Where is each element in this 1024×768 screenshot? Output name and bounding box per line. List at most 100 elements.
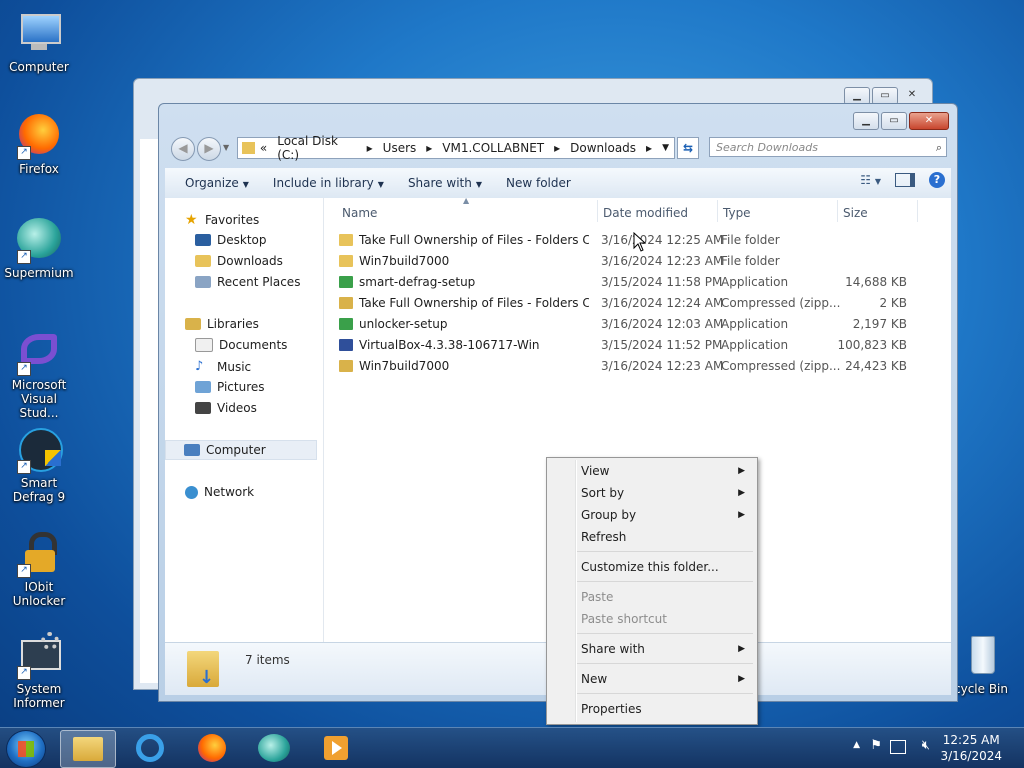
breadcrumb-arrow-icon[interactable]: ▸ bbox=[421, 141, 437, 155]
clock[interactable]: 12:25 AM 3/16/2024 bbox=[940, 732, 1002, 764]
menu-item-group-by[interactable]: Group by ▶ bbox=[581, 506, 751, 524]
nav-downloads[interactable]: Downloads bbox=[195, 254, 283, 268]
search-icon[interactable]: ⌕ bbox=[936, 138, 942, 158]
file-name-cell: Take Full Ownership of Files - Folders C… bbox=[339, 296, 589, 310]
breadcrumb-downloads[interactable]: Downloads bbox=[565, 141, 641, 155]
nav-network[interactable]: Network bbox=[185, 485, 254, 499]
column-divider[interactable] bbox=[597, 200, 598, 222]
nav-desktop[interactable]: Desktop bbox=[195, 233, 267, 247]
system-informer-icon: ↗ bbox=[15, 632, 63, 680]
window-controls: ▁ ▭ ✕ bbox=[853, 112, 949, 130]
table-row[interactable]: VirtualBox-4.3.38-106717-Win 3/15/2024 11… bbox=[339, 335, 919, 355]
taskbar-media-player[interactable] bbox=[310, 730, 364, 766]
taskbar-explorer[interactable] bbox=[60, 730, 116, 768]
column-divider[interactable] bbox=[837, 200, 838, 222]
action-center-flag-icon[interactable]: ⚑ bbox=[870, 738, 882, 753]
table-row[interactable]: Take Full Ownership of Files - Folders C… bbox=[339, 293, 919, 313]
network-tray-icon[interactable] bbox=[890, 740, 906, 754]
menu-item-paste[interactable]: Paste bbox=[581, 588, 751, 606]
menu-item-properties[interactable]: Properties bbox=[581, 700, 751, 718]
pictures-icon bbox=[195, 381, 211, 393]
desktop-icon-iobit-unlocker[interactable]: ↗ IObit Unlocker bbox=[0, 530, 78, 608]
menu-item-sort-by[interactable]: Sort by ▶ bbox=[581, 484, 751, 502]
desktop-icon-visual-studio[interactable]: ↗ Microsoft Visual Stud... bbox=[0, 328, 78, 420]
breadcrumb-arrow-icon[interactable]: ▸ bbox=[362, 141, 378, 155]
minimize-button[interactable]: ▁ bbox=[853, 112, 879, 130]
organize-button[interactable]: Organize ▼ bbox=[165, 176, 261, 190]
forward-button[interactable]: ▶ bbox=[197, 137, 221, 161]
taskbar-internet-explorer[interactable] bbox=[124, 730, 178, 766]
menu-item-paste-shortcut[interactable]: Paste shortcut bbox=[581, 610, 751, 628]
menu-item-customize[interactable]: Customize this folder... bbox=[581, 558, 751, 576]
taskbar-firefox[interactable] bbox=[186, 730, 240, 766]
submenu-arrow-icon: ▶ bbox=[738, 674, 745, 684]
column-header-name[interactable]: Name bbox=[342, 206, 377, 220]
table-row[interactable]: Take Full Ownership of Files - Folders C… bbox=[339, 230, 919, 250]
table-row[interactable]: smart-defrag-setup 3/15/2024 11:58 PM Appl… bbox=[339, 272, 919, 292]
new-folder-button[interactable]: New folder bbox=[494, 176, 583, 190]
preview-pane-icon[interactable] bbox=[895, 173, 915, 187]
menu-item-view[interactable]: View ▶ bbox=[581, 462, 751, 480]
desktop-icon-label: System Informer bbox=[13, 682, 65, 710]
breadcrumb-users[interactable]: Users bbox=[378, 141, 422, 155]
desktop-icon bbox=[195, 234, 211, 246]
start-button[interactable] bbox=[6, 730, 46, 768]
taskbar-supermium[interactable] bbox=[248, 730, 302, 766]
firefox-icon bbox=[198, 734, 226, 762]
column-header-date[interactable]: Date modified bbox=[603, 206, 688, 220]
folder-large-icon: ↓ bbox=[187, 651, 219, 688]
volume-muted-icon[interactable]: 🔇︎ bbox=[922, 738, 930, 753]
desktop-icon-firefox[interactable]: ↗ Firefox bbox=[0, 112, 78, 176]
menu-item-share-with[interactable]: Share with ▶ bbox=[581, 640, 751, 658]
desktop-icon-supermium[interactable]: ↗ Supermium bbox=[0, 216, 78, 280]
close-button[interactable]: ✕ bbox=[909, 112, 949, 130]
nav-computer[interactable]: Computer bbox=[165, 440, 317, 460]
breadcrumb-user[interactable]: VM1.COLLABNET bbox=[437, 141, 549, 155]
help-icon[interactable]: ? bbox=[929, 172, 945, 188]
nav-favorites[interactable]: ★ Favorites bbox=[185, 212, 259, 228]
column-divider[interactable] bbox=[717, 200, 718, 222]
address-bar[interactable]: « Local Disk (C:) ▸ Users ▸ VM1.COLLABNET ▸… bbox=[237, 134, 675, 162]
installer-icon bbox=[339, 276, 353, 288]
menu-separator bbox=[577, 663, 753, 664]
close-icon[interactable]: ✕ bbox=[900, 87, 924, 103]
desktop-icon-label: Firefox bbox=[19, 162, 59, 176]
search-input[interactable]: Search Downloads ⌕ bbox=[709, 137, 947, 157]
music-icon: ♪ bbox=[195, 359, 204, 374]
breadcrumb-arrow-icon[interactable]: ▸ bbox=[549, 141, 565, 155]
desktop-icon-computer[interactable]: Computer bbox=[0, 10, 78, 74]
file-date: 3/15/2024 11:52 PM bbox=[601, 338, 723, 352]
breadcrumb-arrow-icon[interactable]: ▸ bbox=[641, 141, 657, 155]
recent-pages-icon[interactable]: ▼ bbox=[223, 143, 229, 152]
table-row[interactable]: Win7build7000 3/16/2024 12:23 AM Compresse… bbox=[339, 356, 919, 376]
nav-libraries[interactable]: Libraries bbox=[185, 317, 259, 331]
desktop-icon-smart-defrag[interactable]: ↗ Smart Defrag 9 bbox=[0, 426, 78, 504]
supermium-icon bbox=[258, 734, 290, 762]
shortcut-arrow-icon: ↗ bbox=[17, 250, 31, 264]
address-dropdown-icon[interactable]: ▼ bbox=[657, 143, 674, 153]
menu-item-new[interactable]: New ▶ bbox=[581, 670, 751, 688]
nav-recent-places[interactable]: Recent Places bbox=[195, 275, 300, 289]
show-hidden-icons-icon[interactable]: ▲ bbox=[853, 740, 860, 750]
file-size: 24,423 KB bbox=[845, 359, 907, 373]
nav-pictures[interactable]: Pictures bbox=[195, 380, 265, 394]
column-header-size[interactable]: Size bbox=[843, 206, 868, 220]
back-button[interactable]: ◀ bbox=[171, 137, 195, 161]
menu-item-refresh[interactable]: Refresh bbox=[581, 528, 751, 546]
nav-music[interactable]: ♪ Music bbox=[195, 359, 251, 374]
breadcrumb-local-disk[interactable]: Local Disk (C:) bbox=[272, 134, 361, 162]
table-row[interactable]: Win7build7000 3/16/2024 12:23 AM File fold… bbox=[339, 251, 919, 271]
nav-documents[interactable]: Documents bbox=[195, 338, 287, 352]
address-chevron[interactable]: « bbox=[255, 141, 272, 155]
share-with-button[interactable]: Share with ▼ bbox=[396, 176, 494, 190]
desktop-icon-system-informer[interactable]: ↗ System Informer bbox=[0, 632, 78, 710]
refresh-button[interactable]: ⇆ bbox=[677, 137, 699, 159]
maximize-button[interactable]: ▭ bbox=[881, 112, 907, 130]
column-divider[interactable] bbox=[917, 200, 918, 222]
address-row: ◀ ▶ ▼ « Local Disk (C:) ▸ Users ▸ VM1.COLL… bbox=[167, 134, 949, 162]
change-view-icon[interactable]: ☷ ▼ bbox=[860, 173, 881, 187]
table-row[interactable]: unlocker-setup 3/16/2024 12:03 AM Applicat… bbox=[339, 314, 919, 334]
column-header-type[interactable]: Type bbox=[723, 206, 751, 220]
nav-videos[interactable]: Videos bbox=[195, 401, 257, 415]
include-in-library-button[interactable]: Include in library ▼ bbox=[261, 176, 396, 190]
